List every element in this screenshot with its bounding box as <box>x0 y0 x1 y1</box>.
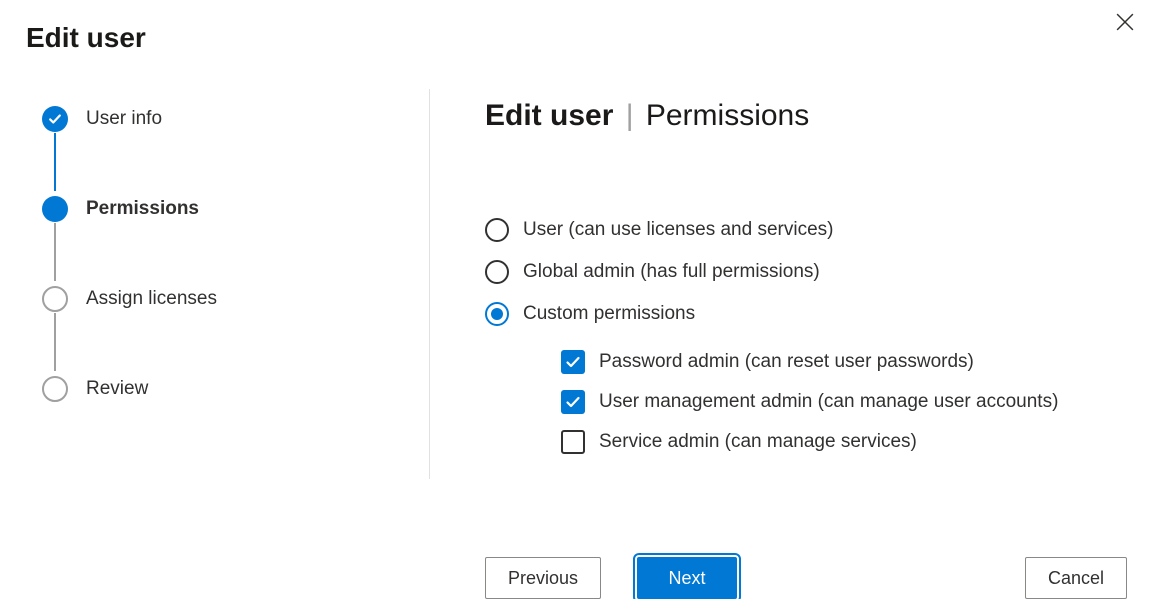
page-heading-suffix: Permissions <box>646 99 809 132</box>
radio-label: Custom permissions <box>523 303 695 325</box>
page-heading: Edit user | Permissions <box>485 99 1155 133</box>
checkbox-label: Service admin (can manage services) <box>599 431 917 453</box>
radio-icon <box>485 260 509 284</box>
checkbox-icon <box>561 350 585 374</box>
radio-option-global-admin[interactable]: Global admin (has full permissions) <box>485 260 1155 284</box>
step-label: User info <box>86 108 162 130</box>
step-label: Assign licenses <box>86 288 217 310</box>
step-indicator-upcoming <box>42 286 68 312</box>
cancel-button[interactable]: Cancel <box>1025 557 1127 599</box>
modal-title: Edit user <box>0 0 1155 54</box>
step-review[interactable]: Review <box>42 373 429 405</box>
wizard-button-bar: Previous Next Cancel <box>485 557 1127 599</box>
radio-option-user[interactable]: User (can use licenses and services) <box>485 218 1155 242</box>
checkbox-icon <box>561 430 585 454</box>
checkbox-service-admin[interactable]: Service admin (can manage services) <box>561 430 1155 454</box>
radio-icon <box>485 302 509 326</box>
main-pane: Edit user | Permissions User (can use li… <box>430 89 1155 559</box>
checkbox-password-admin[interactable]: Password admin (can reset user passwords… <box>561 350 1155 374</box>
step-indicator-completed <box>42 106 68 132</box>
step-connector <box>54 313 56 371</box>
close-icon[interactable] <box>1113 10 1137 34</box>
checkbox-label: User management admin (can manage user a… <box>599 391 1058 413</box>
custom-permissions-group: Password admin (can reset user passwords… <box>561 350 1155 454</box>
checkbox-icon <box>561 390 585 414</box>
radio-icon <box>485 218 509 242</box>
page-heading-prefix: Edit user <box>485 99 613 132</box>
step-label: Permissions <box>86 198 199 220</box>
step-label: Review <box>86 378 148 400</box>
step-assign-licenses[interactable]: Assign licenses <box>42 283 429 315</box>
checkbox-label: Password admin (can reset user passwords… <box>599 351 974 373</box>
step-connector <box>54 133 56 191</box>
step-user-info[interactable]: User info <box>42 103 429 135</box>
previous-button[interactable]: Previous <box>485 557 601 599</box>
next-button[interactable]: Next <box>637 557 737 599</box>
step-indicator-upcoming <box>42 376 68 402</box>
step-connector <box>54 223 56 281</box>
radio-label: Global admin (has full permissions) <box>523 261 820 283</box>
step-permissions[interactable]: Permissions <box>42 193 429 225</box>
checkbox-user-management-admin[interactable]: User management admin (can manage user a… <box>561 390 1155 414</box>
wizard-stepper: User info Permissions Assign licenses Re… <box>0 89 430 479</box>
radio-option-custom[interactable]: Custom permissions <box>485 302 1155 326</box>
permission-radio-group: User (can use licenses and services) Glo… <box>485 218 1155 454</box>
step-indicator-current <box>42 196 68 222</box>
radio-label: User (can use licenses and services) <box>523 219 833 241</box>
